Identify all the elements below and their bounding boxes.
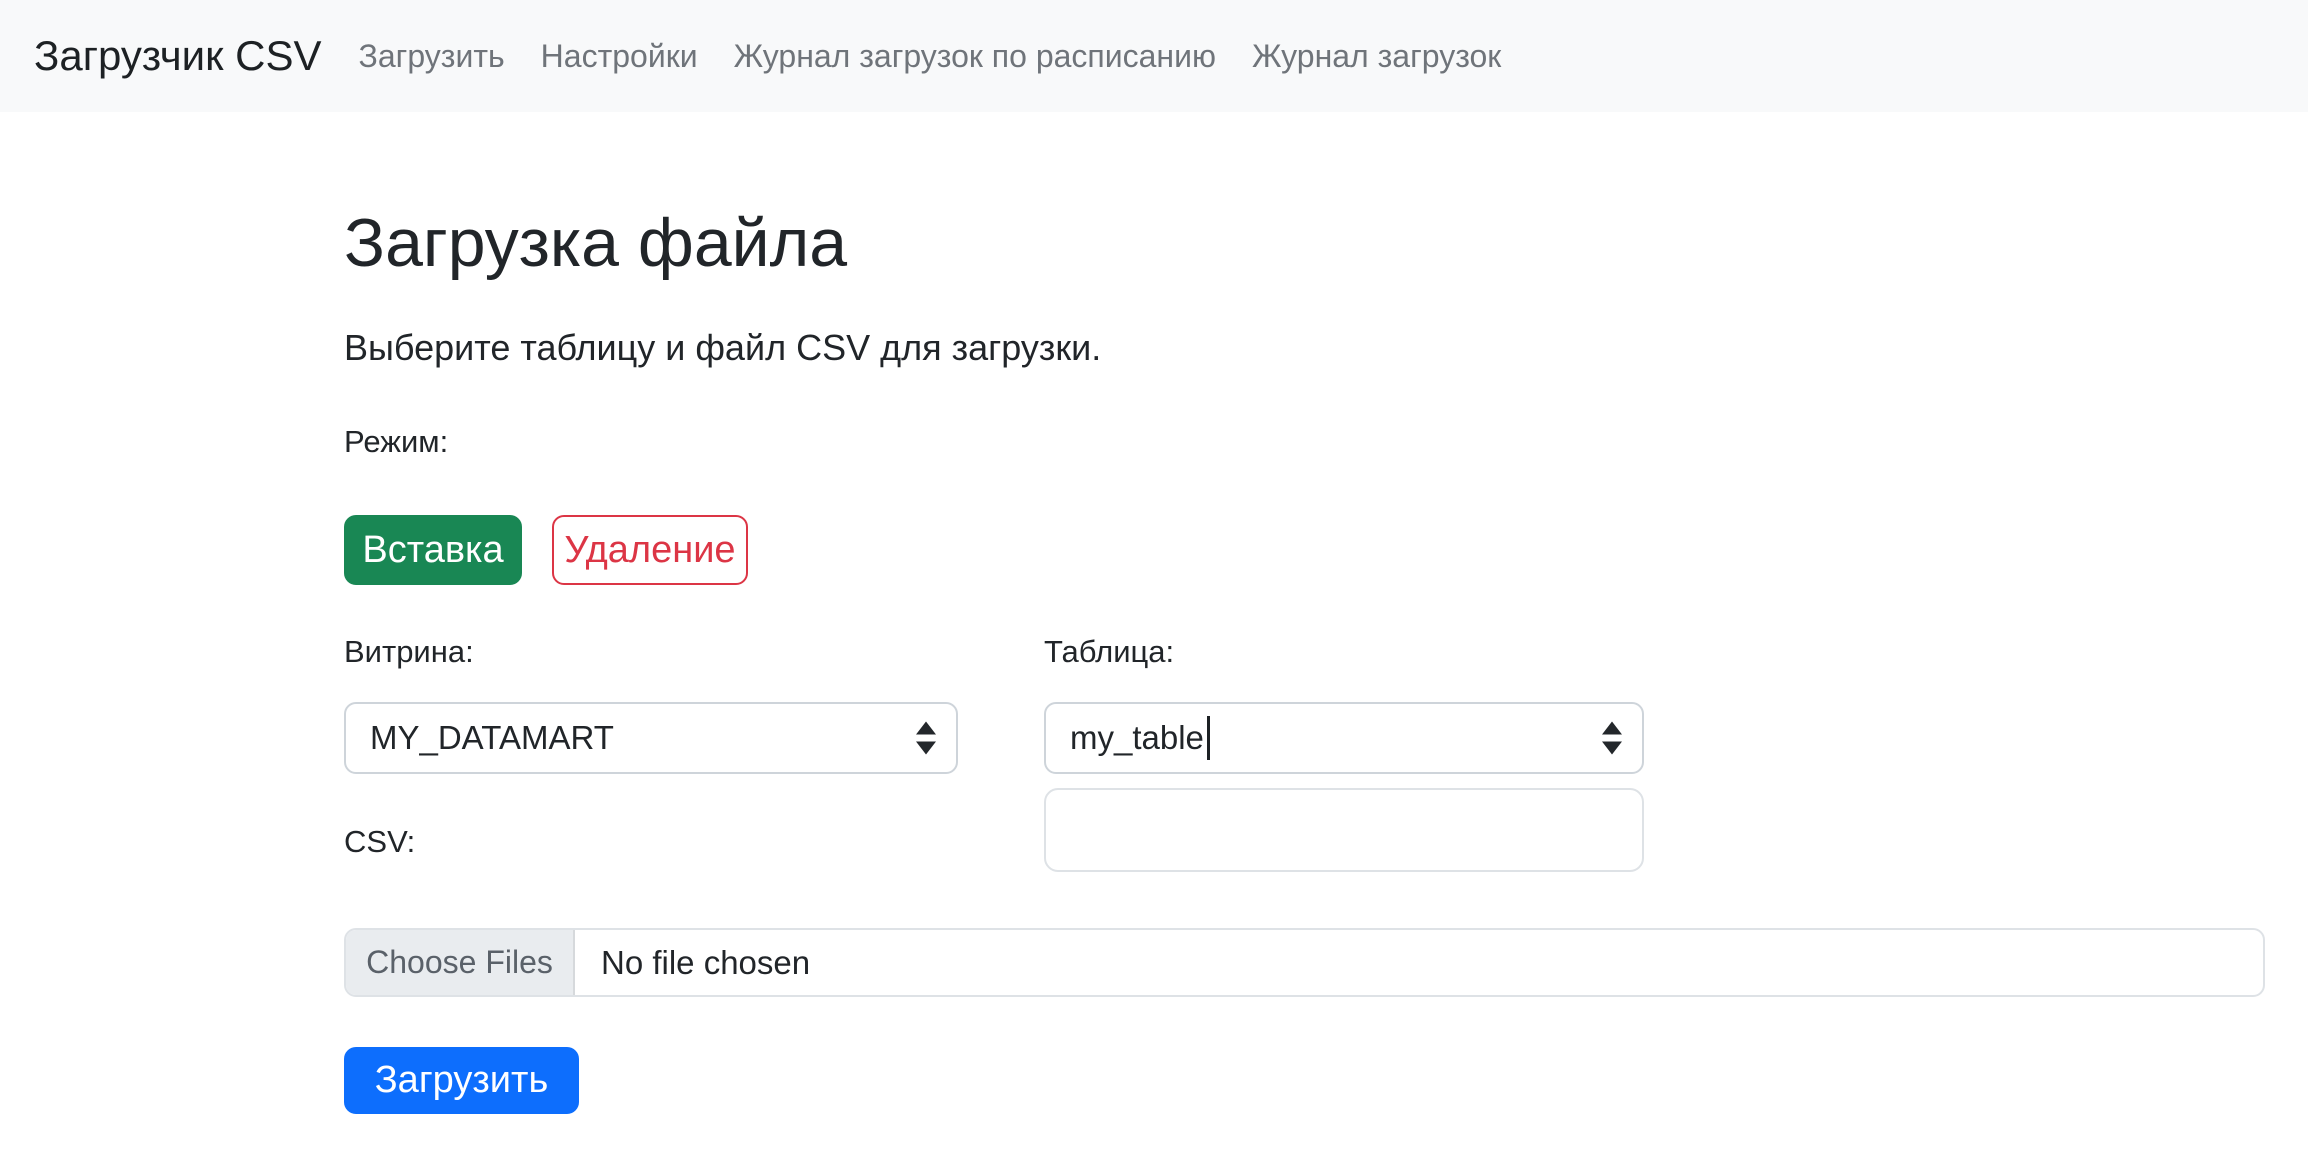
datamart-select[interactable]: MY_DATAMART bbox=[344, 702, 958, 774]
datamart-selected-value: MY_DATAMART bbox=[370, 719, 614, 757]
file-chosen-status: No file chosen bbox=[575, 930, 810, 995]
select-arrows-icon bbox=[916, 722, 936, 755]
navbar-links: Загрузить Настройки Журнал загрузок по р… bbox=[359, 38, 1538, 75]
table-label: Таблица: bbox=[1044, 634, 1174, 670]
csv-label: CSV: bbox=[344, 824, 415, 860]
table-select[interactable]: my_table bbox=[1044, 702, 1644, 774]
page-title: Загрузка файла bbox=[344, 204, 847, 282]
datamart-label: Витрина: bbox=[344, 634, 474, 670]
nav-link-settings[interactable]: Настройки bbox=[541, 38, 698, 75]
upload-submit-button[interactable]: Загрузить bbox=[344, 1047, 579, 1114]
navbar-brand[interactable]: Загрузчик CSV bbox=[34, 32, 322, 80]
mode-label: Режим: bbox=[344, 424, 448, 460]
arrow-down-icon bbox=[916, 742, 936, 755]
mode-insert-button[interactable]: Вставка bbox=[344, 515, 522, 585]
nav-link-upload-log[interactable]: Журнал загрузок bbox=[1252, 38, 1501, 75]
csv-file-input[interactable]: Choose Files No file chosen bbox=[344, 928, 2265, 997]
upload-page: Загрузка файла Выберите таблицу и файл C… bbox=[0, 112, 2308, 1164]
nav-link-scheduled-log[interactable]: Журнал загрузок по расписанию bbox=[734, 38, 1216, 75]
arrow-down-icon bbox=[1602, 742, 1622, 755]
mode-delete-button[interactable]: Удаление bbox=[552, 515, 748, 585]
table-filter-input[interactable] bbox=[1044, 788, 1644, 872]
text-cursor bbox=[1207, 716, 1210, 760]
table-selected-value: my_table bbox=[1070, 719, 1204, 757]
arrow-up-icon bbox=[916, 722, 936, 735]
arrow-up-icon bbox=[1602, 722, 1622, 735]
page-subtitle: Выберите таблицу и файл CSV для загрузки… bbox=[344, 327, 1101, 369]
choose-files-button[interactable]: Choose Files bbox=[346, 930, 575, 995]
select-arrows-icon bbox=[1602, 722, 1622, 755]
navbar: Загрузчик CSV Загрузить Настройки Журнал… bbox=[0, 0, 2308, 112]
nav-link-upload[interactable]: Загрузить bbox=[359, 38, 505, 75]
